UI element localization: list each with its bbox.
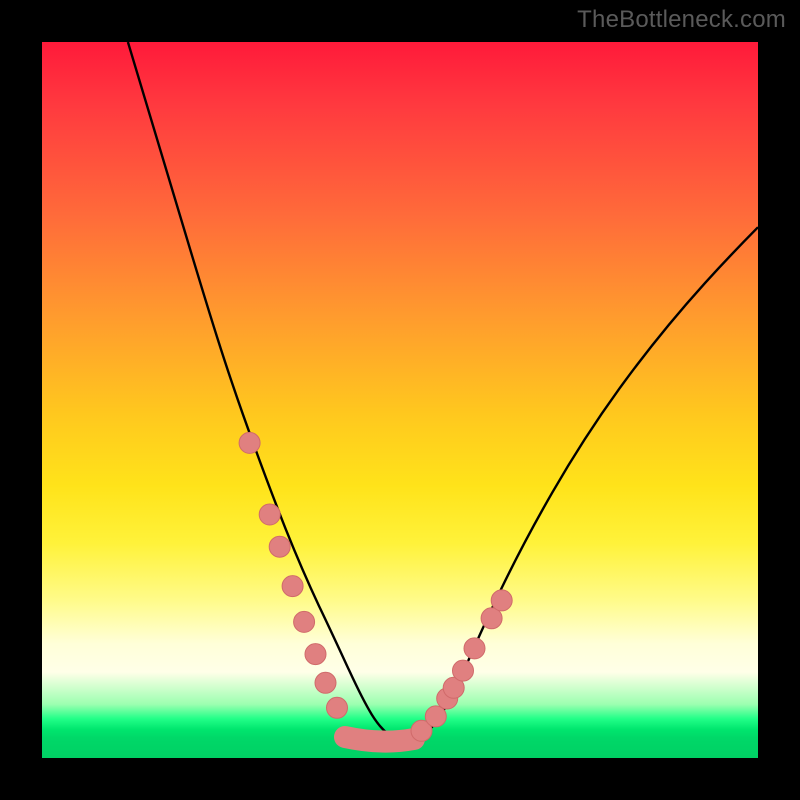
curve-layer: [42, 42, 758, 758]
chart-frame: TheBottleneck.com: [0, 0, 800, 800]
markers-left: [239, 432, 347, 718]
plot-area: [42, 42, 758, 758]
marker-dot: [305, 644, 326, 665]
marker-dot: [491, 590, 512, 611]
bottleneck-curve: [128, 42, 758, 741]
marker-dot: [294, 611, 315, 632]
marker-dot: [282, 576, 303, 597]
marker-dot: [453, 660, 474, 681]
attribution-text: TheBottleneck.com: [577, 6, 786, 34]
marker-dot: [425, 706, 446, 727]
marker-dot: [259, 504, 280, 525]
trough-band: [345, 737, 414, 742]
marker-dot: [239, 432, 260, 453]
marker-dot: [464, 638, 485, 659]
marker-dot: [327, 697, 348, 718]
marker-dot: [269, 536, 290, 557]
marker-dot: [315, 672, 336, 693]
markers-right: [411, 590, 512, 741]
